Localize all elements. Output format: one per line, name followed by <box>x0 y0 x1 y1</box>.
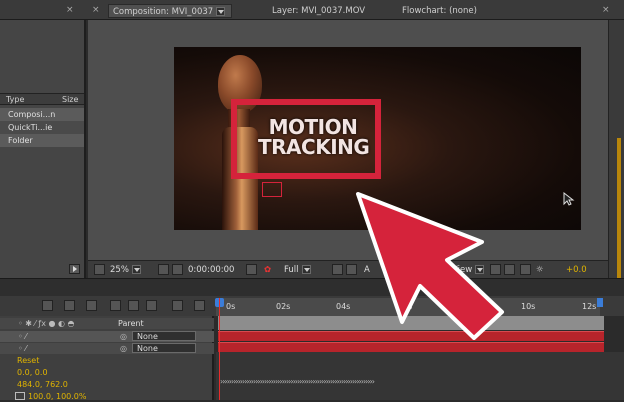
pickwhip-icon[interactable]: ◎ <box>120 331 127 342</box>
keyframe-row[interactable]: ››››››››››››››››››››››››››››››››››››››››… <box>220 377 600 387</box>
work-area-end-handle[interactable] <box>597 298 603 307</box>
column-type[interactable]: Type <box>6 95 24 104</box>
layer-switch-header: ◦ ✱ ⁄ ƒx ● ◐ ◓ Parent <box>0 318 214 329</box>
pickwhip-icon[interactable]: ◎ <box>120 343 127 354</box>
frame-blending-icon[interactable] <box>110 300 121 311</box>
parent-value: None <box>137 332 158 341</box>
draft-3d-icon[interactable] <box>64 300 75 311</box>
composition-mini-flowchart-icon[interactable] <box>42 300 53 311</box>
ruler-label: 0s <box>226 302 236 311</box>
project-column-header: Type Size <box>0 93 84 105</box>
ruler-label: 10s <box>521 302 536 311</box>
grid-icon[interactable] <box>158 264 169 275</box>
fast-preview-icon[interactable] <box>520 264 531 275</box>
project-item[interactable]: Folder <box>0 134 84 147</box>
track-area <box>216 352 624 400</box>
resolution-value: Full <box>284 265 299 275</box>
layer-row[interactable]: ◦ ⁄ ◎ None <box>0 343 214 354</box>
dropdown-icon[interactable] <box>131 265 141 274</box>
zoom-select[interactable]: 25% <box>110 264 141 276</box>
layer-row[interactable]: ◦ ⁄ ◎ None <box>0 331 214 342</box>
parent-select[interactable]: None <box>132 343 196 353</box>
close-icon[interactable]: × <box>602 5 610 15</box>
exposure-icon[interactable]: ☼ <box>536 264 544 276</box>
constrain-proportions-icon[interactable] <box>15 392 25 400</box>
property-scale[interactable]: 100.0, 100.0% <box>28 391 87 402</box>
parent-header: Parent <box>118 319 144 328</box>
column-size[interactable]: Size <box>62 95 78 104</box>
tab-composition[interactable]: Composition: MVI_0037 <box>108 4 232 18</box>
parent-value: None <box>137 344 158 353</box>
property-anchor-point[interactable]: 0.0, 0.0 <box>17 367 48 378</box>
camera-icon[interactable] <box>172 264 183 275</box>
resolution-select[interactable]: Full <box>284 264 311 276</box>
close-icon[interactable]: × <box>66 5 74 15</box>
property-position[interactable]: 484.0, 762.0 <box>17 379 68 390</box>
switch-icons[interactable]: ◦ ✱ ⁄ ƒx ● ◐ ◓ <box>18 318 75 329</box>
ruler-label: 02s <box>276 302 291 311</box>
close-icon[interactable]: × <box>92 5 100 15</box>
mouse-cursor-icon <box>563 192 575 206</box>
snapshot-icon[interactable] <box>246 264 257 275</box>
auto-keyframe-icon[interactable] <box>194 300 205 311</box>
parent-select[interactable]: None <box>132 331 196 341</box>
dropdown-icon[interactable] <box>216 7 226 16</box>
track-point[interactable] <box>262 182 282 197</box>
layer-switches[interactable]: ◦ ⁄ <box>18 343 27 354</box>
tab-flowchart[interactable]: Flowchart: (none) <box>402 4 477 18</box>
arrow-pointer-icon <box>356 192 504 340</box>
tab-composition-label: Composition: MVI_0037 <box>113 7 214 17</box>
timeline-tab-strip <box>0 278 624 296</box>
shy-icon[interactable] <box>86 300 97 311</box>
layer-duration-bar[interactable] <box>218 342 604 352</box>
side-panel-edge <box>608 20 624 278</box>
timecode[interactable]: 0:00:00:00 <box>188 264 234 276</box>
motion-blur-icon[interactable] <box>128 300 139 311</box>
project-item[interactable]: QuickTi...ie <box>0 121 84 134</box>
layer-outline: ◦ ✱ ⁄ ƒx ● ◐ ◓ Parent ◦ ⁄ ◎ None ◦ ⁄ ◎ N… <box>0 316 214 402</box>
brainstorm-icon[interactable] <box>146 300 157 311</box>
preview-icon[interactable] <box>94 264 105 275</box>
color-channels-icon[interactable]: ✿ <box>264 264 271 276</box>
play-icon[interactable] <box>69 264 80 274</box>
property-reset[interactable]: Reset <box>17 355 39 366</box>
graph-editor-icon[interactable] <box>172 300 183 311</box>
project-panel: Type Size Composi...n QuickTi...ie Folde… <box>0 20 86 278</box>
project-item[interactable]: Composi...n <box>0 108 84 121</box>
ruler-label: 12s <box>582 302 597 311</box>
exposure-value[interactable]: +0.0 <box>566 264 587 276</box>
dropdown-icon[interactable] <box>301 265 311 274</box>
overlay-title: MOTION TRACKING <box>258 115 370 159</box>
zoom-value: 25% <box>110 265 129 275</box>
playhead-line <box>219 298 220 400</box>
tab-layer[interactable]: Layer: MVI_0037.MOV <box>272 4 365 18</box>
panel-tab-bar: × × Composition: MVI_0037 Layer: MVI_003… <box>0 0 624 20</box>
layer-switches[interactable]: ◦ ⁄ <box>18 331 27 342</box>
